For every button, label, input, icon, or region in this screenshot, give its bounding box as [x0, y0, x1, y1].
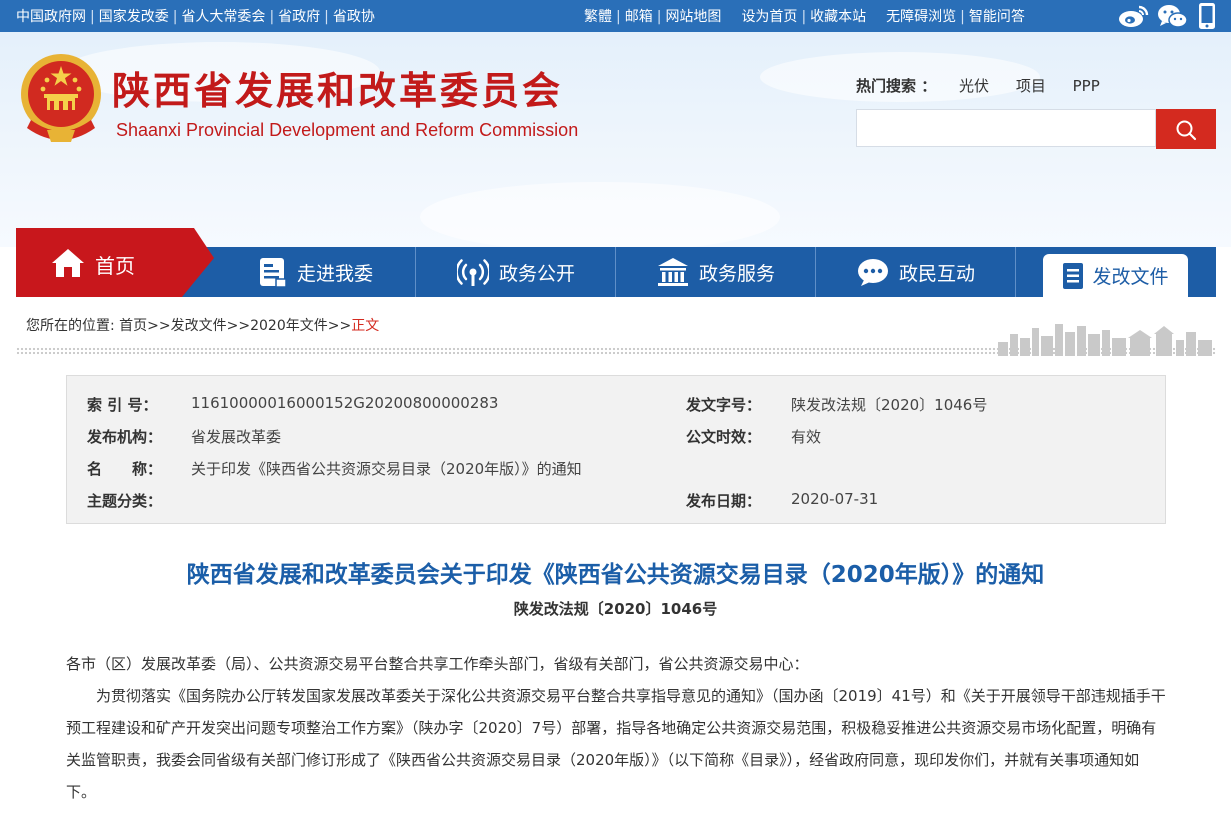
breadcrumb-2020[interactable]: 2020年文件: [250, 318, 328, 334]
article-doc-number: 陕发改法规〔2020〕1046号: [513, 600, 718, 618]
government-building-icon: [657, 257, 689, 287]
hot-search-label: 热门搜索 ：: [856, 77, 937, 95]
top-left-links: 中国政府网 | 国家发改委 | 省人大常委会 | 省政府 | 省政协: [16, 9, 375, 25]
site-title: 陕西省发展和改革委员会: [112, 69, 564, 113]
nav-item-label: 政民互动: [898, 262, 975, 285]
meta-index-value: 11610000016000152G20200800000283: [191, 394, 499, 412]
link-gov-cn[interactable]: 中国政府网: [16, 9, 86, 25]
link-provincial-congress[interactable]: 省人大常委会: [181, 9, 265, 25]
breadcrumb-separator: >>: [327, 318, 352, 334]
link-accessibility[interactable]: 无障碍浏览: [886, 9, 956, 25]
meta-issuer-value: 省发展改革委: [191, 428, 282, 446]
nav-item-gov-affairs[interactable]: 政务公开: [416, 247, 616, 297]
meta-date-value: 2020-07-31: [791, 490, 879, 508]
breadcrumb-current: 正文: [351, 318, 380, 334]
nav-divider: [1015, 247, 1016, 297]
hot-keyword[interactable]: PPP: [1073, 77, 1100, 95]
national-emblem-icon: [17, 50, 105, 150]
nav-item-interaction[interactable]: 政民互动: [816, 247, 1016, 297]
meta-issuer-label: 发布机构：: [87, 428, 163, 446]
hot-keyword[interactable]: 光伏: [959, 77, 989, 95]
link-sitemap[interactable]: 网站地图: [665, 9, 721, 25]
search-box: [856, 109, 1159, 147]
nav-item-label: 政务服务: [698, 262, 775, 285]
top-bar: 中国政府网 | 国家发改委 | 省人大常委会 | 省政府 | 省政协 繁體 | 邮箱 | 网站地图 设为首…: [0, 0, 1231, 32]
meta-date-label: 发布日期：: [686, 492, 762, 510]
home-icon: [50, 247, 86, 283]
article-paragraph: 为贯彻落实《国务院办公厅转发国家发展改革委关于深化公共资源交易平台整合共享指导意…: [66, 687, 1166, 801]
broadcast-icon: [456, 256, 489, 288]
link-cppcc[interactable]: 省政协: [333, 9, 375, 25]
search-input[interactable]: [857, 110, 1159, 144]
link-provincial-gov[interactable]: 省政府: [278, 9, 320, 25]
document-meta-box: 索 引 号： 11610000016000152G20200800000283 …: [66, 375, 1166, 524]
document-icon: [1062, 262, 1084, 290]
hot-keyword[interactable]: 项目: [1016, 77, 1046, 95]
header-cloud: [420, 182, 780, 247]
breadcrumb-prefix: 您所在的位置:: [26, 318, 115, 334]
meta-topic-label: 主题分类：: [87, 492, 163, 510]
meta-validity-label: 公文时效：: [686, 428, 762, 446]
nav-home-label: 首页: [95, 254, 135, 278]
article-title: 陕西省发展和改革委员会关于印发《陕西省公共资源交易目录（2020年版）》的通知: [186, 562, 1045, 588]
link-mailbox[interactable]: 邮箱: [625, 9, 653, 25]
nav-item-home[interactable]: 首页: [16, 228, 214, 297]
link-bookmark[interactable]: 收藏本站: [810, 9, 866, 25]
search-button[interactable]: [1156, 109, 1216, 149]
article-salutation: 各市（区）发展改革委（局）、公共资源交易平台整合共享工作牵头部门，省级有关部门，…: [66, 655, 809, 673]
nav-item-label: 政务公开: [498, 262, 575, 285]
article-body: 各市（区）发展改革委（局）、公共资源交易平台整合共享工作牵头部门，省级有关部门，…: [66, 648, 1166, 808]
link-traditional-chinese[interactable]: 繁體: [584, 9, 612, 25]
search-icon: [1175, 119, 1197, 145]
meta-name-value: 关于印发《陕西省公共资源交易目录（2020年版）》的通知: [191, 460, 582, 478]
city-skyline-icon: [996, 320, 1216, 360]
weibo-icon[interactable]: [1117, 2, 1151, 34]
meta-validity-value: 有效: [791, 428, 822, 446]
document-list-icon: [259, 257, 287, 287]
breadcrumb-documents[interactable]: 发改文件: [171, 318, 227, 334]
wechat-icon[interactable]: [1156, 2, 1190, 34]
meta-index-label: 索 引 号：: [87, 396, 158, 414]
mobile-icon[interactable]: [1196, 2, 1218, 34]
breadcrumb-home[interactable]: 首页: [119, 318, 147, 334]
top-right-links: 繁體 | 邮箱 | 网站地图 设为首页 | 收藏本站 无障碍浏览 | 智能问答: [584, 9, 1025, 25]
site-subtitle: Shaanxi Provincial Development and Refor…: [116, 120, 579, 140]
breadcrumb-separator: >>: [226, 318, 251, 334]
nav-item-about[interactable]: 走进我委: [216, 247, 416, 297]
link-smart-qa[interactable]: 智能问答: [969, 9, 1025, 25]
chat-bubble-icon: [857, 257, 889, 287]
hot-search: 热门搜索 ： 光伏 项目 PPP: [856, 75, 1100, 96]
nav-item-label: 走进我委: [296, 262, 373, 285]
breadcrumb-separator: >>: [147, 318, 171, 334]
link-set-homepage[interactable]: 设为首页: [741, 9, 797, 25]
link-ndrc[interactable]: 国家发改委: [99, 9, 169, 25]
meta-docno-value: 陕发改法规〔2020〕1046号: [791, 396, 988, 414]
nav-item-documents[interactable]: 发改文件: [1043, 254, 1188, 297]
meta-docno-label: 发文字号：: [686, 396, 762, 414]
nav-item-gov-services[interactable]: 政务服务: [616, 247, 816, 297]
meta-name-label: 名 称：: [87, 460, 163, 478]
breadcrumb: 您所在的位置: 首页>>发改文件>>2020年文件>>正文: [26, 315, 379, 335]
nav-active-label: 发改文件: [1092, 266, 1169, 288]
